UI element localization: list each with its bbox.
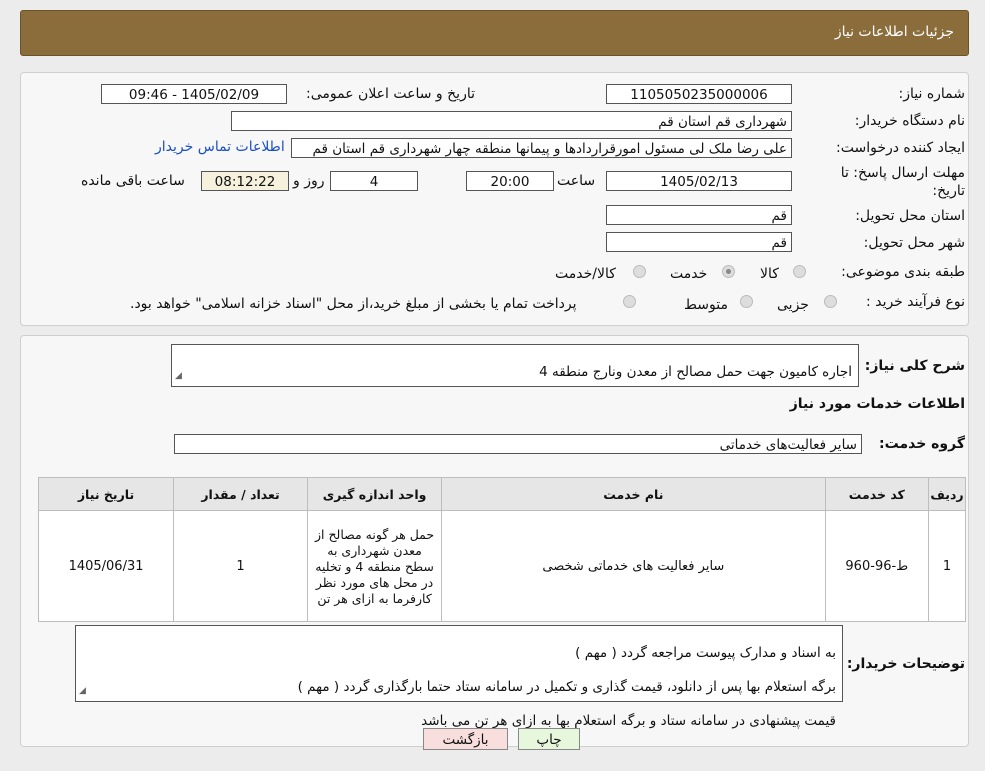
announce-label: تاریخ و ساعت اعلان عمومی: [306, 86, 475, 102]
province-field: قم [606, 205, 792, 225]
print-button[interactable]: چاپ [518, 728, 580, 750]
deadline-label-line1: مهلت ارسال پاسخ: تا [840, 165, 965, 181]
buyer-notes-label: توضیحات خریدار: [846, 656, 965, 672]
deadline-label-line2: تاریخ: [932, 183, 965, 199]
purchase-option-minor: جزیی [777, 297, 809, 313]
city-label: شهر محل تحویل: [863, 235, 965, 251]
buyer-notes-textarea[interactable]: به اسناد و مدارک پیوست مراجعه گردد ( مهم… [75, 625, 843, 729]
buyer-org-label: نام دستگاه خریدار: [854, 113, 965, 129]
deadline-time-field: 20:00 [466, 171, 554, 191]
description-textarea[interactable]: اجاره کامیون جهت حمل مصالح از معدن ونارج… [171, 344, 859, 387]
col-date-header: تاریخ نیاز [37, 477, 175, 511]
col-unit-header: واحد اندازه گیری [307, 477, 443, 511]
table-row: 1 ط-96-960 سایر فعالیت های خدماتی شخصی ح… [37, 510, 967, 622]
back-button[interactable]: بازگشت [423, 728, 508, 750]
category-radio-service[interactable] [722, 265, 735, 278]
announce-datetime-field: 1405/02/09 - 09:46 [101, 84, 287, 104]
col-name-header: نام خدمت [441, 477, 826, 511]
page-title: جزئیات اطلاعات نیاز [834, 24, 954, 40]
cell-name: سایر فعالیت های خدماتی شخصی [441, 510, 826, 622]
buyer-note-line: برگه استعلام بها پس از دانلود، قیمت گذار… [297, 679, 836, 695]
services-table: ردیف کد خدمت نام خدمت واحد اندازه گیری ت… [37, 477, 967, 622]
category-radio-goods[interactable] [793, 265, 806, 278]
cell-unit: حمل هر گونه مصالح از معدن شهرداری به سطح… [307, 510, 443, 622]
cell-row: 1 [927, 510, 967, 622]
service-group-label: گروه خدمت: [879, 436, 965, 452]
category-option-goods-service: کالا/خدمت [555, 266, 616, 282]
col-row-header: ردیف [927, 477, 967, 511]
col-qty-header: تعداد / مقدار [173, 477, 309, 511]
cell-date: 1405/06/31 [37, 510, 175, 622]
category-option-goods: کالا [760, 266, 779, 282]
service-group-field: سایر فعالیت‌های خدماتی [174, 434, 862, 454]
services-section-title: اطلاعات خدمات مورد نیاز [789, 396, 965, 412]
remaining-time-field: 08:12:22 [201, 171, 289, 191]
description-label: شرح کلی نیاز: [864, 358, 965, 374]
need-number-field: 1105050235000006 [606, 84, 792, 104]
days-remaining-field: 4 [330, 171, 418, 191]
description-text: اجاره کامیون جهت حمل مصالح از معدن ونارج… [539, 364, 852, 380]
buyer-note-line: به اسناد و مدارک پیوست مراجعه گردد ( مهم… [575, 645, 836, 661]
treasury-checkbox[interactable] [623, 295, 636, 308]
buyer-contact-link[interactable]: اطلاعات تماس خریدار [155, 139, 285, 155]
purchase-radio-medium[interactable] [740, 295, 753, 308]
city-field: قم [606, 232, 792, 252]
need-number-label: شماره نیاز: [898, 86, 966, 102]
category-radio-goods-service[interactable] [633, 265, 646, 278]
deadline-date-field: 1405/02/13 [606, 171, 792, 191]
days-label: روز و [293, 173, 325, 189]
purchase-option-medium: متوسط [684, 297, 728, 313]
province-label: استان محل تحویل: [855, 208, 965, 224]
remaining-time-label: ساعت باقی مانده [81, 173, 185, 189]
deadline-time-label: ساعت [557, 173, 596, 189]
requester-field: علی رضا ملک لی مسئول امورقراردادها و پیم… [291, 138, 792, 158]
resize-grip-icon[interactable]: ◢ [79, 683, 86, 700]
cell-qty: 1 [173, 510, 309, 622]
col-code-header: کد خدمت [824, 477, 929, 511]
buyer-org-field: شهرداری قم استان قم [231, 111, 792, 131]
table-header-row: ردیف کد خدمت نام خدمت واحد اندازه گیری ت… [37, 477, 967, 511]
category-option-service: خدمت [670, 266, 708, 282]
purchase-type-label: نوع فرآیند خرید : [866, 294, 965, 310]
category-label: طبقه بندی موضوعی: [841, 264, 965, 280]
resize-grip-icon[interactable]: ◢ [175, 368, 182, 385]
treasury-note: پرداخت تمام یا بخشی از مبلغ خرید،از محل … [130, 296, 577, 312]
requester-label: ایجاد کننده درخواست: [836, 140, 965, 156]
page-header: جزئیات اطلاعات نیاز [20, 10, 969, 56]
cell-code: ط-96-960 [824, 510, 929, 622]
purchase-radio-minor[interactable] [824, 295, 837, 308]
